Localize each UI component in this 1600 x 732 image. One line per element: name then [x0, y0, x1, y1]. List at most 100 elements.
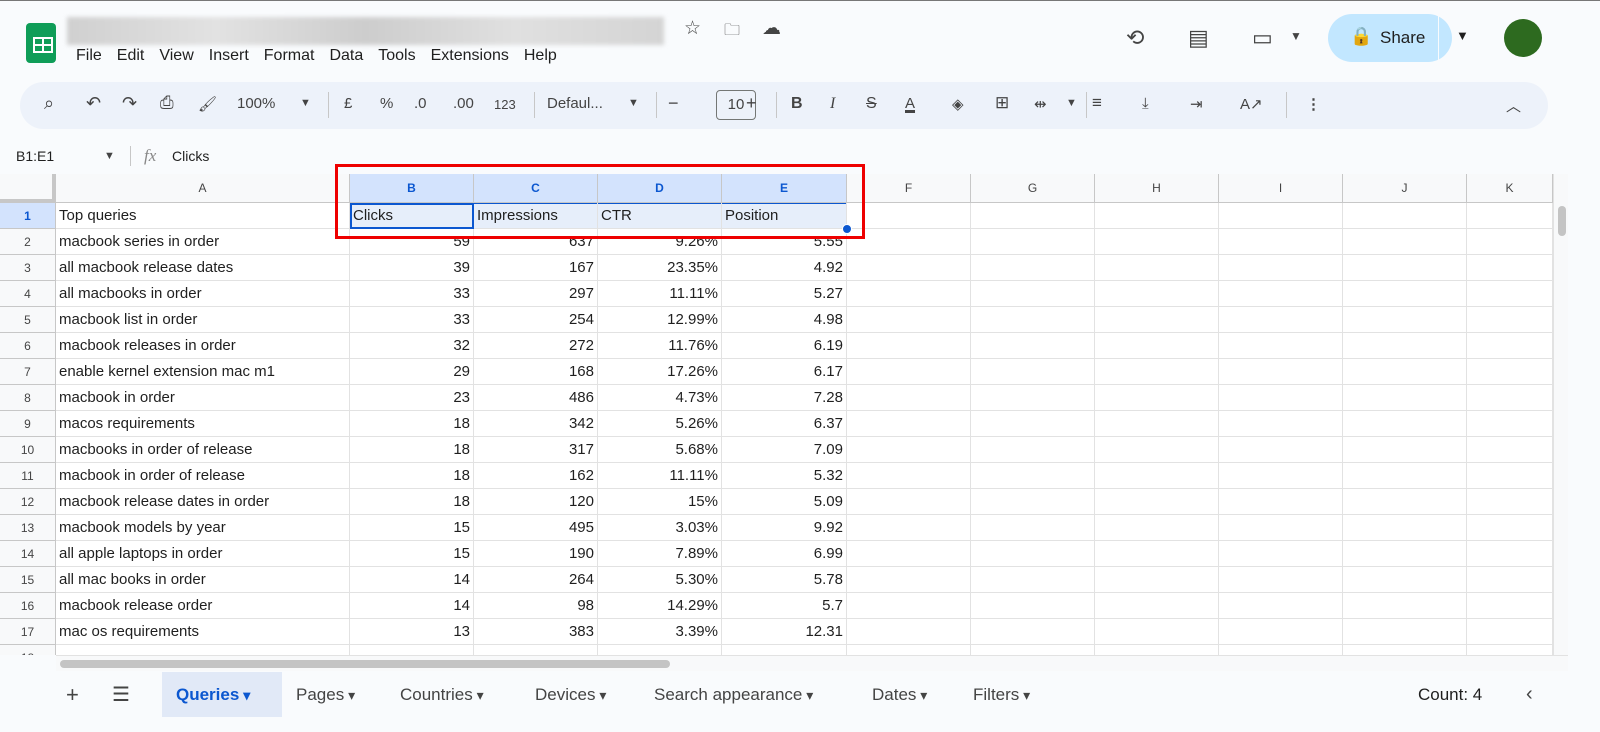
row-header[interactable]: 16	[0, 593, 56, 619]
table-cell[interactable]	[1467, 645, 1553, 655]
table-cell[interactable]: 317	[474, 437, 598, 463]
table-cell[interactable]: 12.99%	[598, 307, 722, 333]
table-cell[interactable]: 3.03%	[598, 515, 722, 541]
text-rotation-icon[interactable]: A↗	[1240, 95, 1263, 113]
sheet-tab-filters[interactable]: Filters ▾	[959, 672, 1059, 717]
table-cell[interactable]: 14	[350, 593, 474, 619]
table-cell[interactable]	[1219, 645, 1343, 655]
chevron-down-icon[interactable]: ▾	[239, 687, 250, 703]
table-cell[interactable]	[1467, 333, 1553, 359]
table-cell[interactable]: all macbooks in order	[56, 281, 350, 307]
table-cell[interactable]: 6.37	[722, 411, 847, 437]
sheet-tab-devices[interactable]: Devices ▾	[521, 672, 640, 717]
table-cell[interactable]	[1095, 307, 1219, 333]
table-cell[interactable]	[1219, 385, 1343, 411]
chevron-down-icon[interactable]: ▾	[344, 687, 355, 703]
table-cell[interactable]: 11.11%	[598, 281, 722, 307]
search-icon[interactable]: ⌕	[44, 93, 54, 114]
table-cell[interactable]: macbook in order of release	[56, 463, 350, 489]
table-cell[interactable]	[1343, 541, 1467, 567]
table-cell[interactable]: macbook releases in order	[56, 333, 350, 359]
borders-icon[interactable]: ⊞	[995, 93, 1009, 113]
table-cell[interactable]: macbook release order	[56, 593, 350, 619]
table-cell[interactable]	[971, 541, 1095, 567]
table-cell[interactable]: 297	[474, 281, 598, 307]
table-cell[interactable]: 18	[350, 437, 474, 463]
table-cell[interactable]	[1219, 333, 1343, 359]
star-icon[interactable]: ☆	[684, 17, 701, 40]
table-cell[interactable]	[1467, 281, 1553, 307]
table-cell[interactable]	[1219, 229, 1343, 255]
document-title[interactable]	[67, 17, 664, 45]
table-cell[interactable]: 15	[350, 515, 474, 541]
row-header[interactable]: 12	[0, 489, 56, 515]
row-header[interactable]: 13	[0, 515, 56, 541]
sheet-tab-countries[interactable]: Countries ▾	[386, 672, 521, 717]
table-cell[interactable]: 98	[474, 593, 598, 619]
table-cell[interactable]: macos requirements	[56, 411, 350, 437]
table-cell[interactable]	[1467, 255, 1553, 281]
header-cell[interactable]	[1219, 203, 1343, 229]
table-cell[interactable]	[1095, 489, 1219, 515]
table-cell[interactable]: 5.32	[722, 463, 847, 489]
table-cell[interactable]	[1467, 359, 1553, 385]
column-header-i[interactable]: I	[1219, 174, 1343, 203]
table-cell[interactable]	[971, 515, 1095, 541]
table-cell[interactable]: 6.19	[722, 333, 847, 359]
menu-tools[interactable]: Tools	[378, 47, 415, 65]
table-cell[interactable]	[1219, 281, 1343, 307]
table-cell[interactable]: 272	[474, 333, 598, 359]
table-cell[interactable]: 4.98	[722, 307, 847, 333]
table-cell[interactable]	[1095, 385, 1219, 411]
table-cell[interactable]	[1343, 437, 1467, 463]
print-icon[interactable]: ⎙	[160, 93, 174, 113]
table-cell[interactable]	[1219, 593, 1343, 619]
table-cell[interactable]	[722, 645, 847, 655]
fill-color-icon[interactable]: ◈	[952, 95, 964, 113]
all-sheets-icon[interactable]: ☰	[112, 682, 130, 707]
table-cell[interactable]	[847, 645, 971, 655]
row-header[interactable]: 14	[0, 541, 56, 567]
row-header[interactable]: 1	[0, 203, 56, 229]
table-cell[interactable]	[1219, 619, 1343, 645]
row-header[interactable]: 10	[0, 437, 56, 463]
table-cell[interactable]: 39	[350, 255, 474, 281]
table-cell[interactable]	[971, 333, 1095, 359]
column-header-g[interactable]: G	[971, 174, 1095, 203]
table-cell[interactable]: macbook release dates in order	[56, 489, 350, 515]
table-cell[interactable]	[847, 281, 971, 307]
table-cell[interactable]: 5.27	[722, 281, 847, 307]
comments-icon[interactable]: ▤	[1188, 25, 1209, 51]
table-cell[interactable]	[1343, 307, 1467, 333]
table-cell[interactable]	[1095, 255, 1219, 281]
chevron-down-icon[interactable]: ▼	[628, 97, 639, 109]
table-cell[interactable]: 23	[350, 385, 474, 411]
table-cell[interactable]: 168	[474, 359, 598, 385]
chevron-down-icon[interactable]: ▾	[1019, 687, 1030, 703]
table-cell[interactable]	[971, 489, 1095, 515]
table-cell[interactable]	[1343, 255, 1467, 281]
sheets-logo-icon[interactable]	[26, 23, 56, 63]
header-cell[interactable]	[971, 203, 1095, 229]
strikethrough-icon[interactable]: S	[866, 95, 877, 113]
table-cell[interactable]: 162	[474, 463, 598, 489]
table-cell[interactable]	[847, 411, 971, 437]
table-cell[interactable]	[847, 385, 971, 411]
header-cell[interactable]	[1343, 203, 1467, 229]
add-sheet-icon[interactable]: +	[66, 682, 79, 708]
table-cell[interactable]: 12.31	[722, 619, 847, 645]
horizontal-scrollbar[interactable]	[56, 655, 1568, 671]
table-cell[interactable]: 11.11%	[598, 463, 722, 489]
zoom-select[interactable]: 100%	[237, 95, 275, 112]
table-cell[interactable]	[971, 359, 1095, 385]
name-box[interactable]: B1:E1	[16, 148, 54, 164]
table-cell[interactable]: 5.68%	[598, 437, 722, 463]
table-cell[interactable]	[1095, 645, 1219, 655]
table-cell[interactable]	[847, 255, 971, 281]
table-cell[interactable]	[847, 307, 971, 333]
row-header[interactable]: 4	[0, 281, 56, 307]
row-header[interactable]: 3	[0, 255, 56, 281]
table-cell[interactable]	[1343, 359, 1467, 385]
menu-help[interactable]: Help	[524, 47, 557, 65]
table-cell[interactable]	[1467, 411, 1553, 437]
